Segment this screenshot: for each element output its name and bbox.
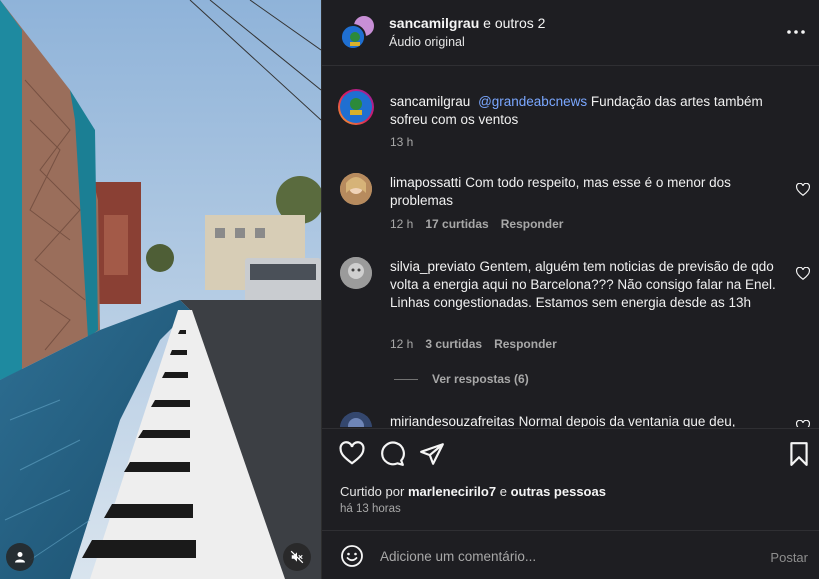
- post-comment-button[interactable]: Postar: [770, 550, 808, 565]
- comment-username[interactable]: miriandesouzafreitas: [390, 414, 515, 427]
- muted-speaker-icon: [290, 550, 304, 564]
- comment-username[interactable]: limapossatti: [390, 175, 461, 190]
- comment-text: silvia_previato Gentem, alguém tem notici…: [390, 258, 786, 312]
- post-details-panel: sancamilgrau e outros 2 Áudio original s…: [321, 0, 819, 579]
- comment-meta: 12 h 3 curtidas Responder: [390, 337, 557, 351]
- emoji-icon[interactable]: [340, 544, 364, 568]
- comment-icon[interactable]: [379, 441, 405, 467]
- view-replies-label[interactable]: Ver respostas (6): [432, 372, 529, 386]
- comment-text: miriandesouzafreitas Normal depois da ven…: [390, 413, 786, 427]
- user-icon: [15, 552, 25, 563]
- reply-button[interactable]: Responder: [494, 337, 557, 351]
- collaborators-text[interactable]: e outros 2: [483, 15, 545, 31]
- avatar[interactable]: [338, 89, 374, 125]
- liked-by-user[interactable]: marlenecirilo7: [408, 484, 496, 499]
- comment-meta: 12 h 17 curtidas Responder: [390, 217, 563, 231]
- comment-composer: Postar: [322, 530, 819, 579]
- bookmark-icon[interactable]: [786, 441, 812, 467]
- heart-icon[interactable]: [796, 183, 810, 197]
- avatar[interactable]: [340, 173, 372, 205]
- post-time[interactable]: há 13 horas: [340, 503, 401, 515]
- heart-icon[interactable]: [796, 420, 810, 427]
- post-header: sancamilgrau e outros 2 Áudio original: [322, 0, 819, 66]
- comment-time[interactable]: 12 h: [390, 337, 413, 351]
- heart-icon[interactable]: [339, 441, 365, 467]
- mute-toggle-button[interactable]: [283, 543, 311, 571]
- comment-likes[interactable]: 3 curtidas: [425, 337, 482, 351]
- caption-meta: 13 h: [390, 135, 413, 149]
- audio-link[interactable]: Áudio original: [389, 35, 465, 49]
- more-options-button[interactable]: [786, 22, 806, 42]
- post-video[interactable]: [0, 0, 321, 579]
- comment-body: Normal depois da ventania que deu,: [518, 414, 736, 427]
- liked-by-others[interactable]: outras pessoas: [511, 484, 606, 499]
- comment-input[interactable]: [380, 545, 750, 567]
- avatar: [340, 24, 366, 50]
- avatar[interactable]: [340, 257, 372, 289]
- author-username[interactable]: sancamilgrau: [389, 15, 479, 31]
- replies-divider: [394, 378, 418, 380]
- heart-icon[interactable]: [796, 267, 810, 281]
- mention-link[interactable]: @grandeabcnews: [478, 94, 587, 109]
- comment-text: limapossatti Com todo respeito, mas esse …: [390, 174, 786, 210]
- send-icon[interactable]: [419, 441, 445, 467]
- avatar[interactable]: [340, 412, 372, 427]
- comment-username[interactable]: silvia_previato: [390, 259, 476, 274]
- action-bar: [322, 428, 819, 478]
- more-icon: [787, 30, 805, 34]
- caption-time[interactable]: 13 h: [390, 135, 413, 149]
- reply-button[interactable]: Responder: [501, 217, 564, 231]
- video-frame: [0, 0, 321, 579]
- liked-by-prefix: Curtido por: [340, 484, 405, 499]
- tagged-users-button[interactable]: [6, 543, 34, 571]
- view-replies-button[interactable]: Ver respostas (6): [394, 372, 529, 386]
- comment-time[interactable]: 12 h: [390, 217, 413, 231]
- comments-list[interactable]: sancamilgrau @grandeabcnews Fundação das…: [322, 67, 819, 427]
- collaborator-avatars[interactable]: [340, 14, 376, 50]
- comment-likes[interactable]: 17 curtidas: [425, 217, 488, 231]
- liked-by-joiner: e: [499, 484, 507, 499]
- post-author[interactable]: sancamilgrau e outros 2: [389, 15, 545, 31]
- liked-by: Curtido por marlenecirilo7 e outras pess…: [340, 484, 606, 499]
- caption-username[interactable]: sancamilgrau: [390, 94, 470, 109]
- caption-text: sancamilgrau @grandeabcnews Fundação das…: [390, 93, 786, 129]
